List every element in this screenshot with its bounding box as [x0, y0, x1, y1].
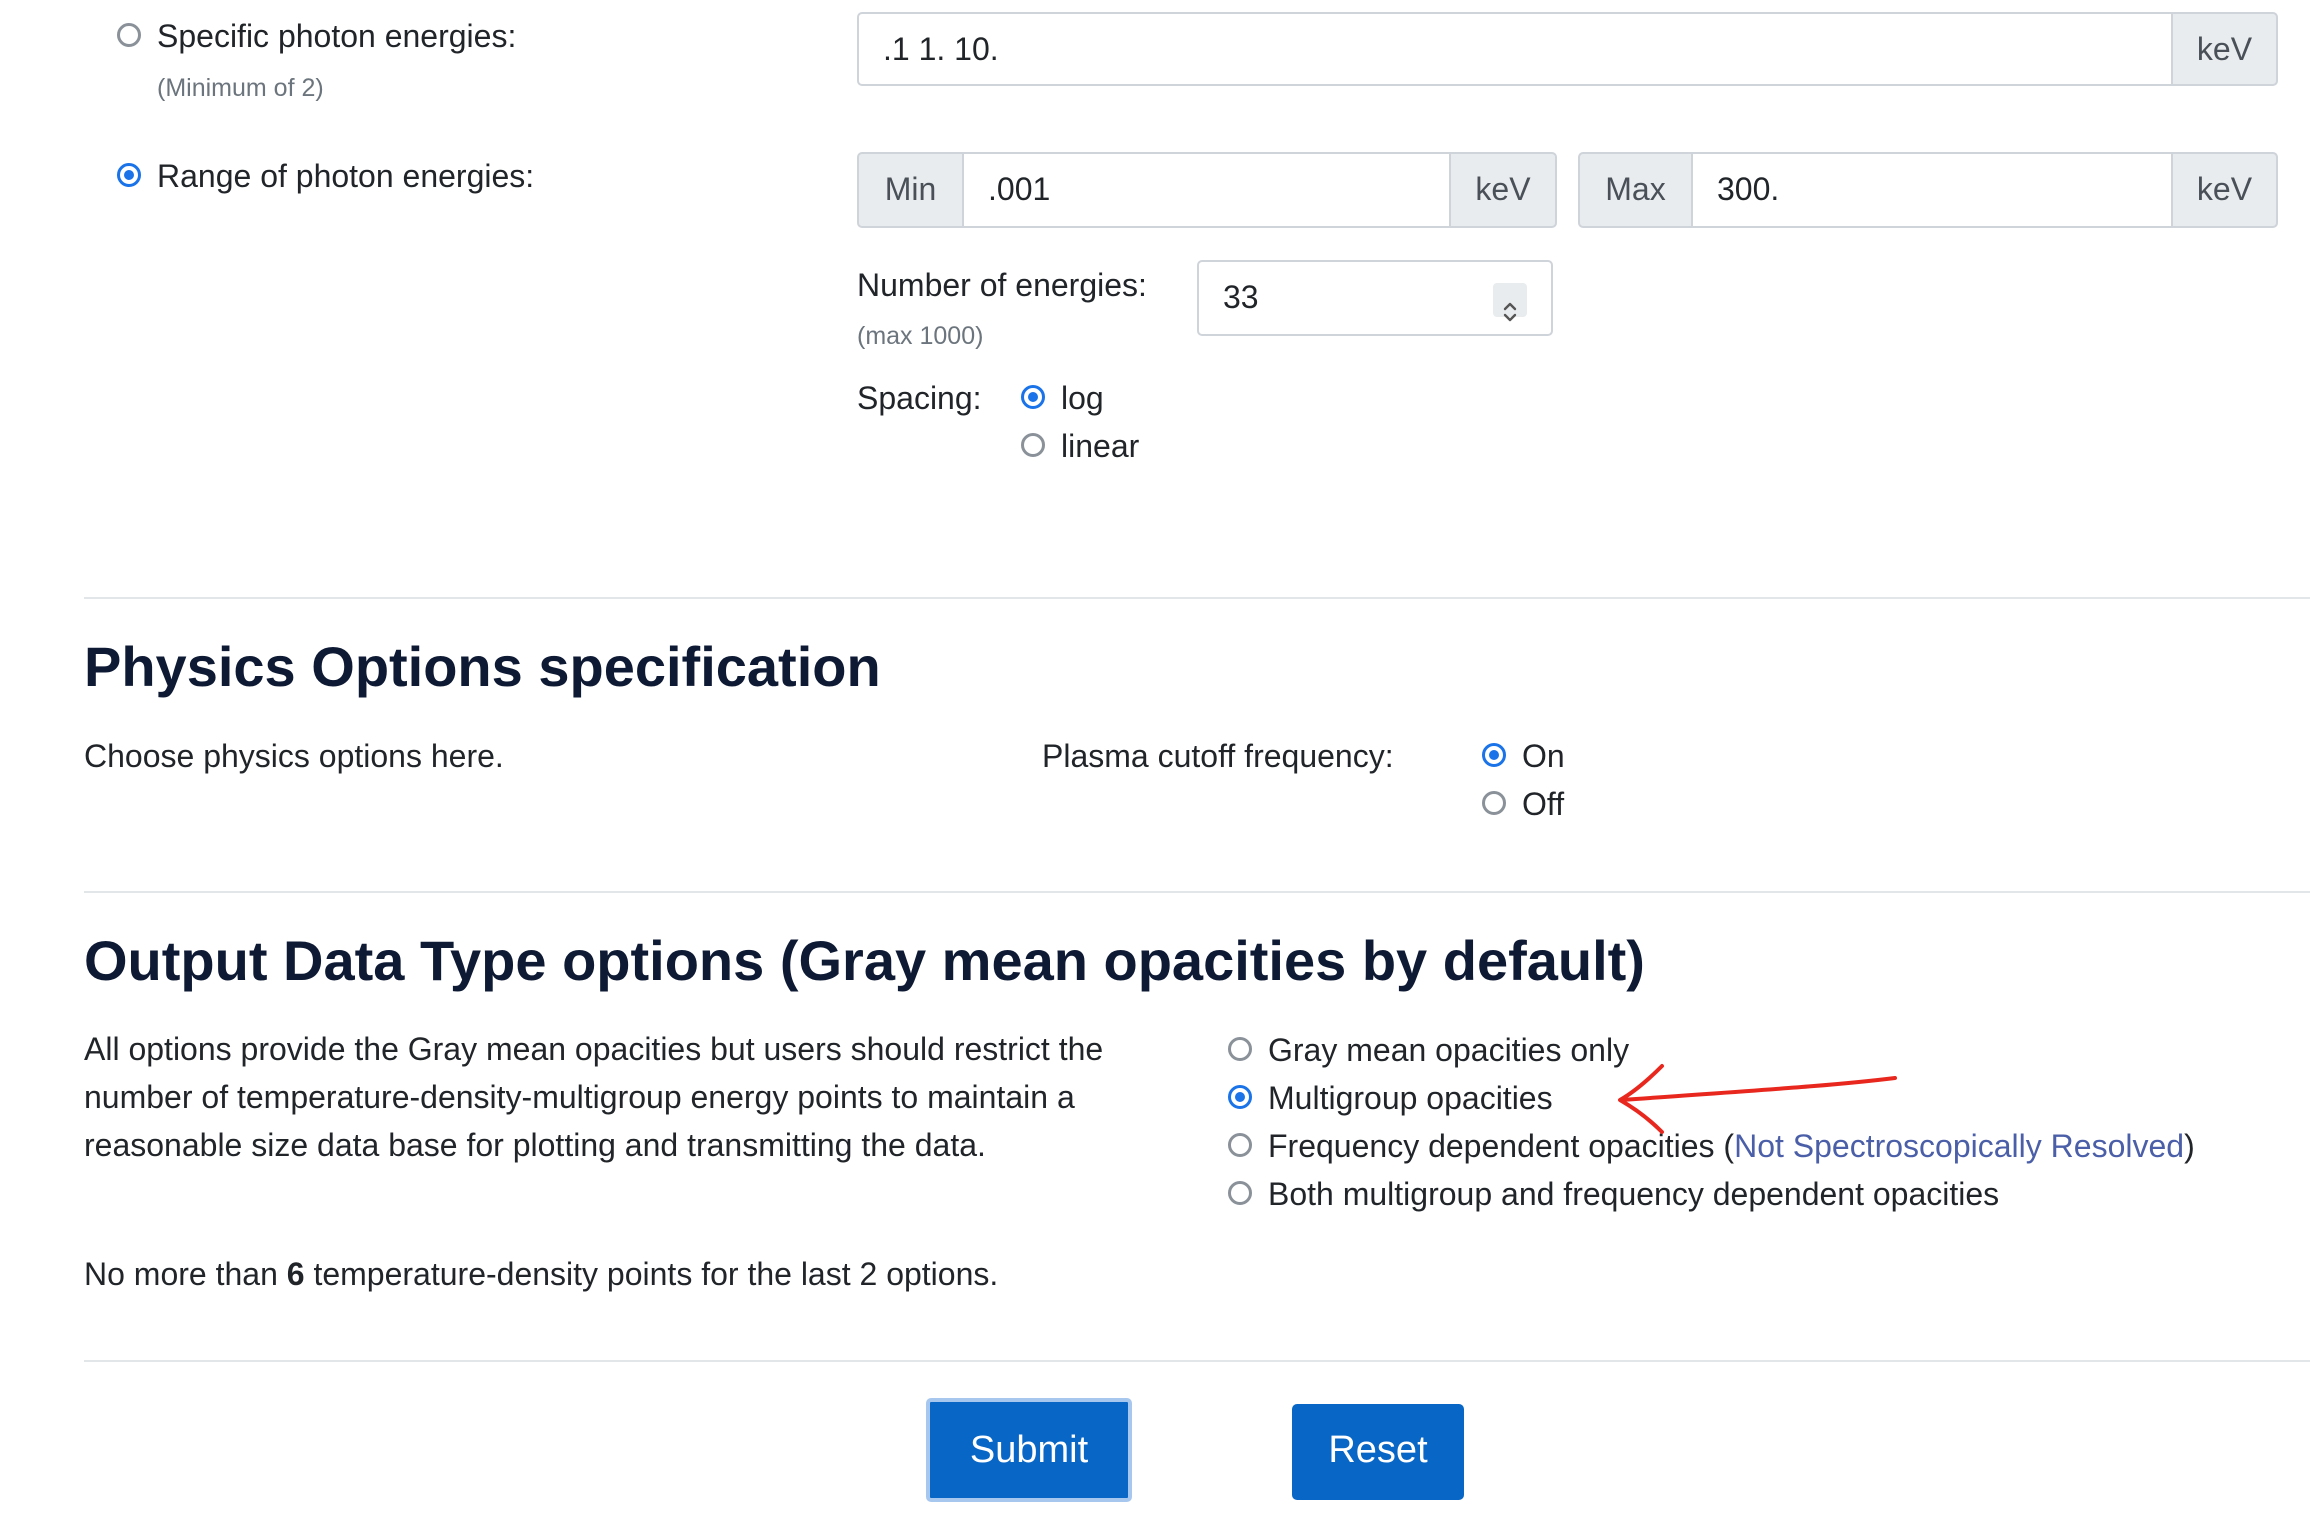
section-divider	[84, 891, 2310, 893]
multigroup-radio[interactable]	[1228, 1085, 1252, 1109]
physics-heading: Physics Options specification	[84, 635, 881, 698]
frequency-dependent-close: )	[2184, 1128, 2195, 1164]
number-energies-value: 33	[1223, 279, 1259, 315]
frequency-dependent-radio[interactable]	[1228, 1133, 1252, 1157]
min-energy-input[interactable]: .001	[962, 152, 1451, 228]
submit-button[interactable]: Submit	[926, 1398, 1132, 1502]
plasma-cutoff-label: Plasma cutoff frequency:	[1042, 738, 1394, 774]
spacing-label: Spacing:	[857, 380, 982, 416]
multigroup-label: Multigroup opacities	[1268, 1080, 1553, 1116]
reset-button[interactable]: Reset	[1292, 1404, 1464, 1500]
physics-description: Choose physics options here.	[84, 738, 504, 774]
specific-energies-note: (Minimum of 2)	[157, 74, 324, 102]
output-note-suffix: temperature-density points for the last …	[304, 1256, 999, 1292]
section-divider	[84, 1360, 2310, 1362]
plasma-on-label: On	[1522, 738, 1565, 774]
output-note-prefix: No more than	[84, 1256, 287, 1292]
red-arrow-annotation-icon	[1618, 1064, 1897, 1134]
number-energies-label: Number of energies:	[857, 267, 1147, 303]
max-addon: Max	[1578, 152, 1693, 228]
both-options-radio[interactable]	[1228, 1181, 1252, 1205]
specific-energies-input[interactable]: .1 1. 10.	[857, 12, 2173, 86]
min-addon: Min	[857, 152, 964, 228]
spacing-log-label: log	[1061, 380, 1104, 416]
specific-energies-unit: keV	[2171, 12, 2278, 86]
max-energy-input[interactable]: 300.	[1691, 152, 2173, 228]
output-note-count: 6	[286, 1256, 305, 1292]
min-unit: keV	[1449, 152, 1557, 228]
output-paragraph: All options provide the Gray mean opacit…	[84, 1031, 1104, 1163]
max-unit: keV	[2171, 152, 2278, 228]
spinner-arrows-icon[interactable]	[1493, 283, 1527, 322]
section-divider	[84, 597, 2310, 599]
specific-energies-label: Specific photon energies:	[157, 18, 517, 54]
plasma-on-radio[interactable]	[1482, 743, 1506, 767]
spacing-log-radio[interactable]	[1021, 385, 1045, 409]
plasma-off-radio[interactable]	[1482, 791, 1506, 815]
output-note: No more than 6 temperature-density point…	[84, 1254, 998, 1294]
gray-only-radio[interactable]	[1228, 1037, 1252, 1061]
spacing-linear-radio[interactable]	[1021, 433, 1045, 457]
plasma-off-label: Off	[1522, 786, 1565, 822]
specific-energies-radio[interactable]	[117, 23, 141, 47]
both-options-label: Both multigroup and frequency dependent …	[1268, 1176, 2000, 1212]
range-energies-label: Range of photon energies:	[157, 158, 535, 194]
number-energies-input[interactable]: 33	[1197, 260, 1553, 336]
output-heading: Output Data Type options (Gray mean opac…	[84, 929, 1645, 992]
number-energies-note: (max 1000)	[857, 322, 984, 350]
range-energies-radio[interactable]	[117, 163, 141, 187]
spacing-linear-label: linear	[1061, 428, 1140, 464]
gray-only-label: Gray mean opacities only	[1268, 1032, 1630, 1068]
